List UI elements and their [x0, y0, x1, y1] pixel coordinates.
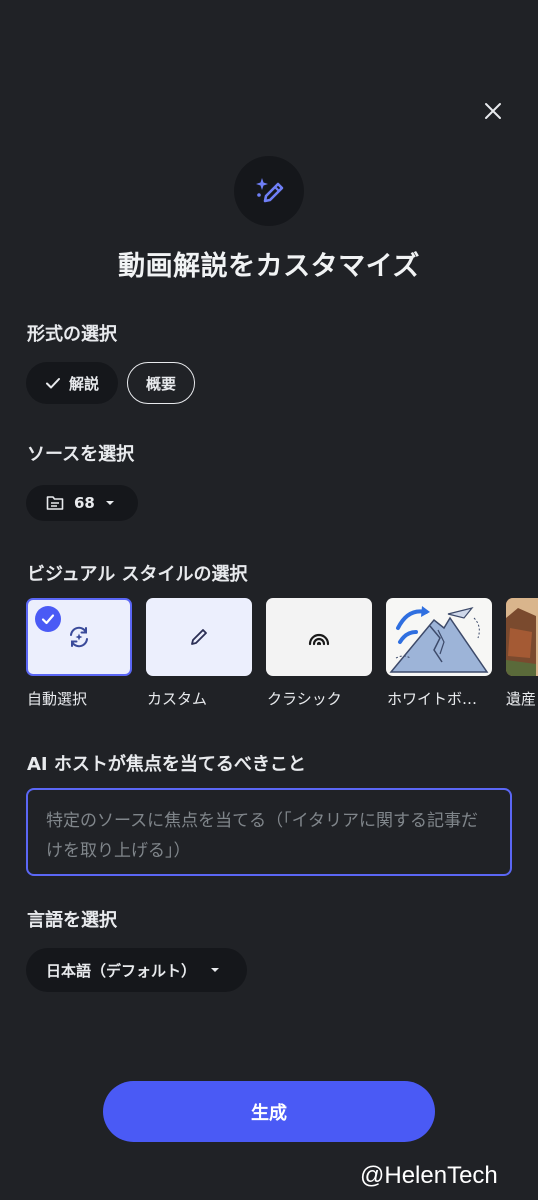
style-label-heritage: 遺産: [506, 690, 537, 708]
format-option-label: 解説: [68, 374, 99, 393]
visual-style-section-label: ビジュアル スタイルの選択: [27, 564, 248, 585]
format-option-explanation[interactable]: 解説: [26, 362, 118, 404]
close-button[interactable]: [478, 96, 508, 126]
watermark: @HelenTech: [360, 1162, 498, 1189]
source-section-label: ソースを選択: [27, 444, 135, 465]
language-select[interactable]: 日本語（デフォルト）: [26, 948, 247, 992]
language-section-label: 言語を選択: [27, 910, 117, 931]
format-option-label: 概要: [145, 374, 176, 393]
format-section-label: 形式の選択: [27, 324, 117, 345]
sparkle-pen-icon: [234, 156, 304, 226]
whiteboard-thumbnail: [389, 606, 489, 673]
focus-input[interactable]: 特定のソースに焦点を当てる（「イタリアに関する記事だけを取り上げる」）: [26, 788, 512, 876]
selected-check-badge: [35, 606, 61, 632]
close-icon: [485, 103, 501, 119]
customize-video-overview-dialog: 動画解説をカスタマイズ 形式の選択 解説 概要 ソースを選択 68 ビジュアル …: [0, 0, 538, 1200]
focus-placeholder: 特定のソースに焦点を当てる（「イタリアに関する記事だけを取り上げる」）: [46, 811, 478, 861]
style-card-heritage[interactable]: [506, 598, 538, 676]
source-selector[interactable]: 68: [26, 485, 138, 521]
style-label-classic: クラシック: [267, 690, 342, 708]
style-card-whiteboard[interactable]: [386, 598, 492, 676]
format-option-summary[interactable]: 概要: [127, 362, 195, 404]
style-label-custom: カスタム: [147, 690, 208, 708]
generate-button[interactable]: 生成: [103, 1081, 435, 1142]
style-label-whiteboard: ホワイトボ…: [387, 690, 478, 708]
folder-icon: [46, 496, 64, 510]
auto-refresh-icon: [70, 626, 88, 648]
style-card-classic[interactable]: [266, 598, 372, 676]
check-icon: [41, 614, 55, 625]
heritage-thumbnail: [506, 598, 538, 676]
language-value: 日本語（デフォルト）: [46, 961, 197, 980]
dialog-title: 動画解説をカスタマイズ: [118, 251, 420, 282]
style-label-auto: 自動選択: [27, 690, 88, 708]
generate-button-label: 生成: [251, 1102, 287, 1124]
style-card-custom[interactable]: [146, 598, 252, 676]
dropdown-arrow-icon: [105, 501, 114, 505]
check-icon: [45, 378, 60, 389]
source-count: 68: [74, 494, 95, 512]
dropdown-arrow-icon: [211, 968, 220, 972]
pencil-icon: [191, 629, 207, 645]
focus-section-label: AI ホストが焦点を当てるべきこと: [27, 754, 306, 775]
arc-icon: [308, 633, 330, 646]
